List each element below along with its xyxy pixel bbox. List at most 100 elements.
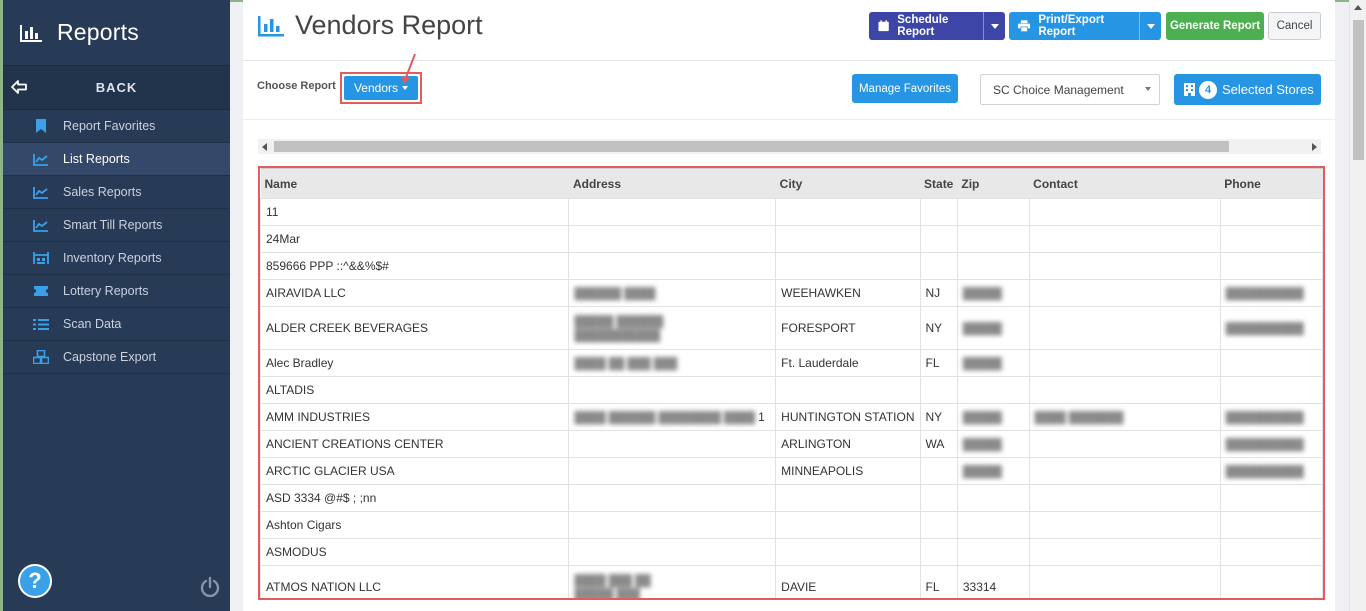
table-row: ASMODUS [260,538,1323,566]
sidebar-item-lottery-reports[interactable]: Lottery Reports [3,275,230,308]
cell-name: ANCIENT CREATIONS CENTER [260,430,570,458]
print-export-main[interactable]: Print/Export Report [1009,12,1139,40]
cell-zip-redacted: █████ [956,457,1030,485]
table-row: ALDER CREEK BEVERAGES █████ ██████ ██████… [260,306,1323,350]
cell-phone-redacted: ██████████ [1219,306,1323,350]
table-row: ASD 3334 @#$ ; ;nn [260,484,1323,512]
cell-contact [1028,349,1221,377]
back-button[interactable]: BACK [3,66,230,110]
sidebar-item-label: Inventory Reports [63,251,162,265]
boxes-icon [33,350,49,364]
cell-name: Alec Bradley [260,349,570,377]
cell-city [775,252,921,280]
cell-name: ARCTIC GLACIER USA [260,457,570,485]
cell-zip [956,538,1030,566]
cell-name: 859666 PPP ::^&&%$# [260,252,570,280]
cell-name: 24Mar [260,225,570,253]
cell-state [919,252,958,280]
cell-contact [1028,376,1221,404]
arrow-left-icon [11,80,27,94]
table-row: 11 [260,198,1323,226]
cell-phone [1219,225,1323,253]
store-group-select[interactable]: SC Choice Management [980,74,1160,105]
cell-address [568,511,777,539]
cell-city [775,376,921,404]
bar-chart-icon [20,24,42,42]
cell-contact [1028,430,1221,458]
column-header-city[interactable]: City [775,168,921,199]
caret-down-icon [402,86,409,90]
scrollbar-thumb[interactable] [274,141,1229,152]
cell-contact [1028,198,1221,226]
cell-city: ARLINGTON [775,430,921,458]
horizontal-scrollbar[interactable] [258,139,1321,154]
cell-phone [1219,511,1323,539]
column-header-contact[interactable]: Contact [1029,168,1221,199]
selected-stores-button[interactable]: 4 Selected Stores [1174,74,1321,105]
cell-city: HUNTINGTON STATION [775,403,921,431]
cell-address-redacted: ████ ██████ ████████ ████ 1 [568,403,777,431]
sidebar-item-capstone-export[interactable]: Capstone Export [3,341,230,374]
cell-name: ATMOS NATION LLC [260,565,570,598]
cell-address-redacted: ████ ███ ██ █████ ███ [568,565,777,598]
sidebar-item-label: Scan Data [63,317,122,331]
sidebar-item-inventory-reports[interactable]: Inventory Reports [3,242,230,275]
cell-name: ASD 3334 @#$ ; ;nn [260,484,570,512]
cell-name: ASMODUS [260,538,570,566]
sidebar-item-sales-reports[interactable]: Sales Reports [3,176,230,209]
cell-address [568,198,777,226]
schedule-report-dropdown[interactable] [983,12,1005,40]
cell-phone [1219,198,1323,226]
scroll-right-icon[interactable] [1312,143,1317,151]
sidebar-item-scan-data[interactable]: Scan Data [3,308,230,341]
cell-state [919,538,958,566]
help-button[interactable]: ? [18,564,52,598]
sidebar-item-label: Smart Till Reports [63,218,163,232]
vendors-table: Name Address City State Zip Contact Phon… [260,168,1323,598]
scroll-left-icon[interactable] [262,143,267,151]
cell-phone [1219,349,1323,377]
column-header-name[interactable]: Name [260,168,569,199]
column-header-state[interactable]: State [920,168,958,199]
sidebar-item-report-favorites[interactable]: Report Favorites [3,110,230,143]
column-header-phone[interactable]: Phone [1220,168,1323,199]
cell-state: WA [919,430,958,458]
cell-name: ALDER CREEK BEVERAGES [260,306,570,350]
cell-address [568,376,777,404]
cell-zip: 33314 [956,565,1030,598]
caret-down-icon [990,23,999,29]
cancel-button[interactable]: Cancel [1268,12,1321,40]
table-row: 859666 PPP ::^&&%$# [260,252,1323,280]
column-header-zip[interactable]: Zip [957,168,1030,199]
generate-report-button[interactable]: Generate Report [1166,12,1264,40]
cell-zip [956,252,1030,280]
cell-contact [1028,565,1221,598]
cell-address [568,225,777,253]
sidebar-item-list-reports[interactable]: List Reports [3,143,230,176]
sidebar-item-smart-till-reports[interactable]: Smart Till Reports [3,209,230,242]
table-row: ATMOS NATION LLC ████ ███ ██ █████ ███ DA… [260,565,1323,598]
vertical-scrollbar[interactable] [1349,0,1366,611]
back-label: BACK [95,80,138,95]
cell-phone-redacted: ██████████ [1219,457,1323,485]
cell-zip [956,376,1030,404]
print-export-dropdown[interactable] [1139,12,1161,40]
cell-zip [956,484,1030,512]
cell-address [568,430,777,458]
page-title: Vendors Report [257,10,483,41]
cell-zip-redacted: █████ [956,403,1030,431]
cell-zip [956,511,1030,539]
print-export-label: Print/Export Report [1038,14,1105,38]
scrollbar-thumb[interactable] [1353,20,1364,160]
manage-favorites-button[interactable]: Manage Favorites [852,74,958,103]
power-icon[interactable] [199,576,221,598]
scroll-up-icon[interactable] [1354,5,1362,10]
print-export-button[interactable]: Print/Export Report [1009,12,1161,40]
schedule-report-main[interactable]: Schedule Report [869,12,983,40]
vendors-table-container: Name Address City State Zip Contact Phon… [258,166,1325,600]
column-header-address[interactable]: Address [568,168,776,199]
cell-city [775,225,921,253]
schedule-report-button[interactable]: Schedule Report [869,12,1005,40]
sidebar-item-label: Lottery Reports [63,284,149,298]
table-row: 24Mar [260,225,1323,253]
